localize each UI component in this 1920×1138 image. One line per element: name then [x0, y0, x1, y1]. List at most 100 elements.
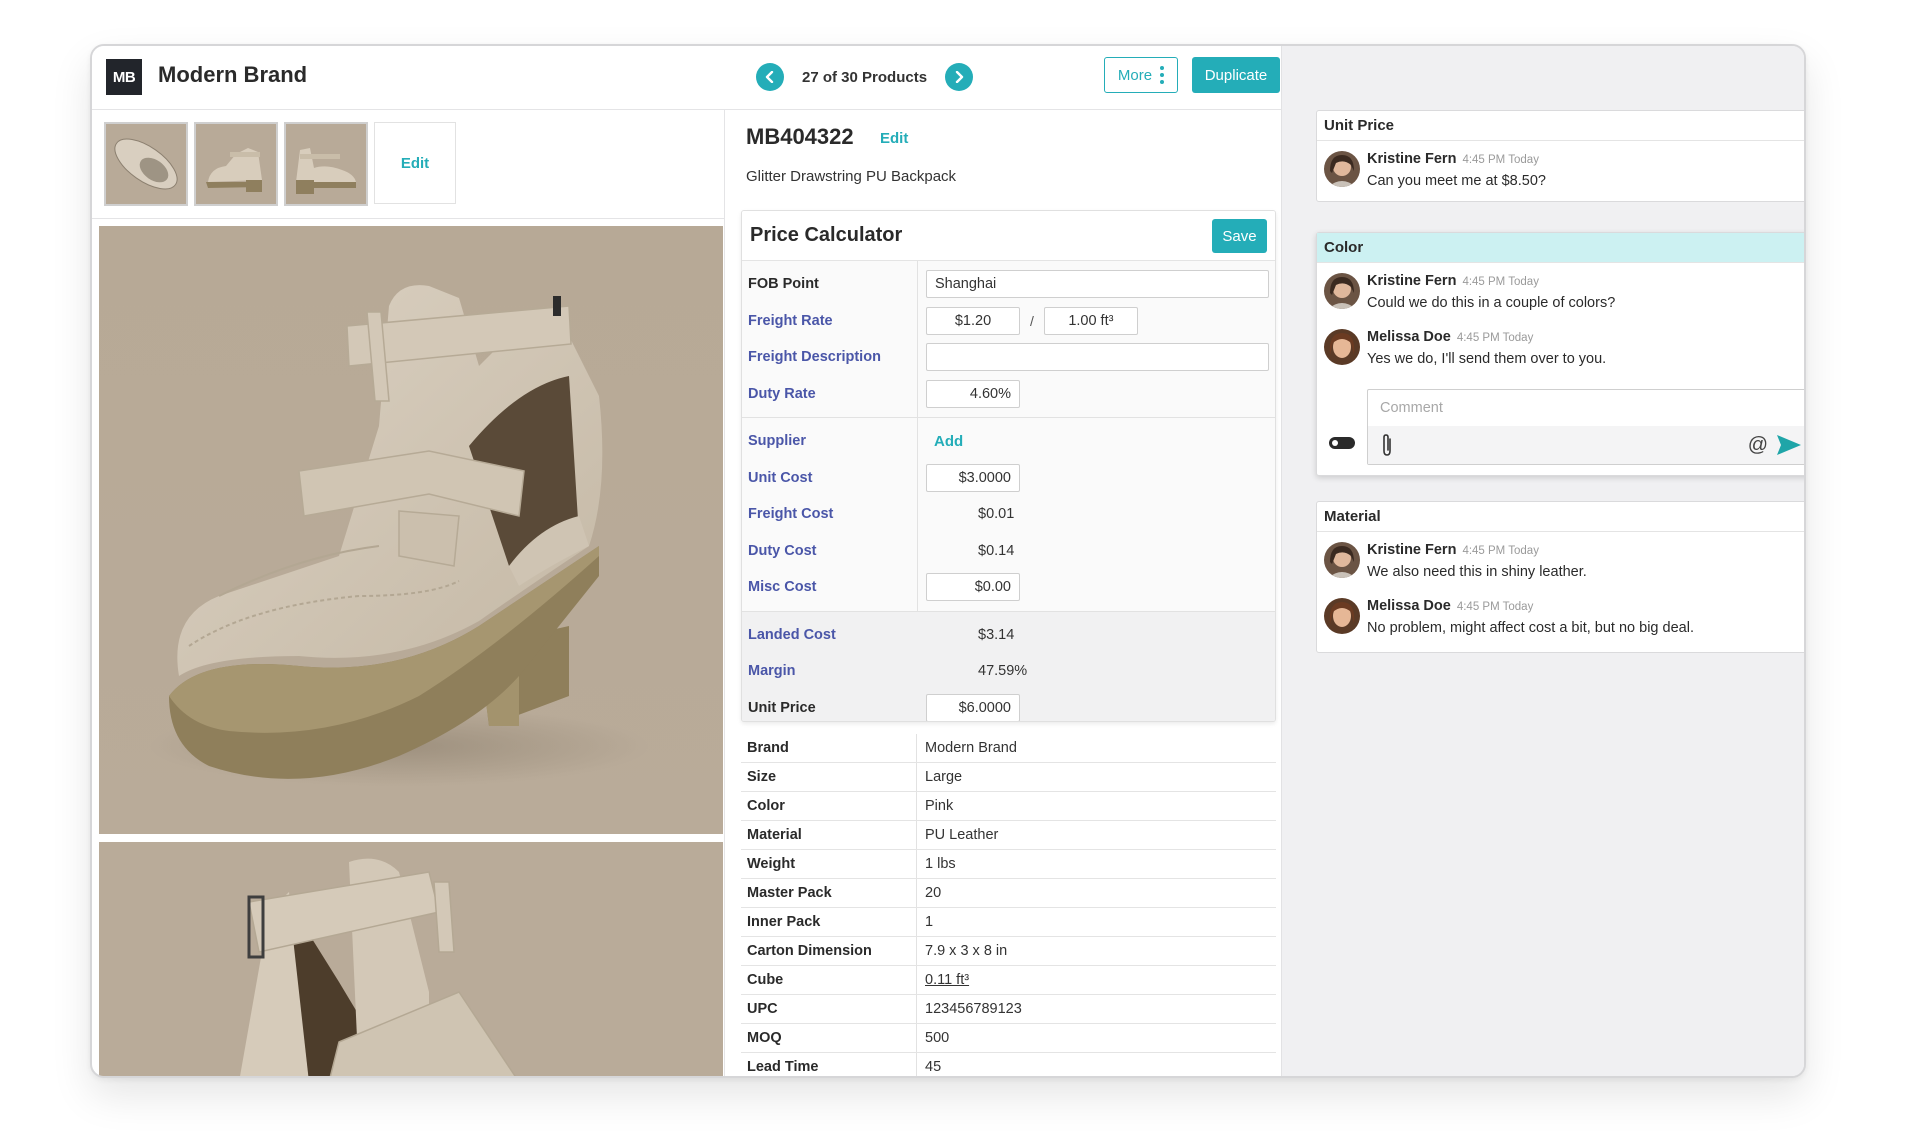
main-product-image[interactable]	[99, 226, 723, 834]
save-button[interactable]: Save	[1212, 219, 1267, 253]
comment-time: 4:45 PM Today	[1457, 332, 1534, 344]
detail-value: 1	[925, 914, 933, 930]
comment-item: Melissa Doe4:45 PM Today Yes we do, I'll…	[1317, 319, 1806, 375]
fob-point-label: FOB Point	[748, 276, 819, 292]
detail-key: Brand	[747, 740, 789, 756]
detail-value: 1 lbs	[925, 856, 956, 872]
detail-value: Modern Brand	[925, 740, 1017, 756]
unit-cost-label: Unit Cost	[748, 470, 812, 486]
comment-thread-material: Material Kristine Fern 4:45 PM Today We a…	[1316, 501, 1806, 653]
comment-input[interactable]: Comment	[1368, 390, 1806, 426]
landed-cost-label: Landed Cost	[748, 627, 836, 643]
thumbnail-3[interactable]	[284, 122, 368, 206]
margin-value: 47.59%	[926, 663, 1027, 679]
margin-row: Margin 47.59%	[742, 653, 1275, 690]
comment-item: Melissa Doe4:45 PM Today No problem, mig…	[1317, 588, 1806, 652]
detail-value: 123456789123	[925, 1001, 1022, 1017]
unit-cost-input[interactable]: $3.0000	[926, 464, 1020, 492]
comment-author: Melissa Doe	[1367, 329, 1451, 345]
detail-row: ColorPink	[741, 792, 1276, 821]
detail-key: Master Pack	[747, 885, 832, 901]
detail-row: Cube0.11 ft³	[741, 966, 1276, 995]
unit-price-row: Unit Price $6.0000	[742, 690, 1275, 723]
detail-row: Inner Pack 1	[741, 908, 1276, 937]
thread-title: Color	[1317, 233, 1806, 263]
misc-cost-label: Misc Cost	[748, 579, 817, 595]
secondary-product-image[interactable]	[99, 842, 723, 1078]
edit-sku-link[interactable]: Edit	[880, 130, 908, 147]
freight-description-row: Freight Description	[742, 339, 1275, 376]
comment-time: 4:45 PM Today	[1462, 154, 1539, 166]
detail-value: 7.9 x 3 x 8 in	[925, 943, 1007, 959]
thumbnail-strip: Edit	[104, 122, 456, 206]
add-supplier-link[interactable]: Add	[926, 433, 963, 450]
avatar-melissa-doe	[1324, 329, 1360, 365]
detail-key: Inner Pack	[747, 914, 820, 930]
more-button[interactable]: More	[1104, 57, 1178, 93]
next-product-button[interactable]	[945, 63, 973, 91]
supplier-row: Supplier Add	[742, 423, 1275, 460]
detail-key: Size	[747, 769, 776, 785]
comment-author: Kristine Fern	[1367, 151, 1456, 167]
unit-price-input[interactable]: $6.0000	[926, 694, 1020, 722]
landed-cost-value: $3.14	[926, 627, 1014, 643]
thumbnail-1[interactable]	[104, 122, 188, 206]
kebab-menu-icon	[1160, 66, 1164, 84]
thread-title: Unit Price	[1317, 111, 1806, 141]
detail-value: 500	[925, 1030, 949, 1046]
mention-icon[interactable]: @	[1748, 434, 1768, 457]
product-detail-window: MB Modern Brand 27 of 30 Products More D…	[90, 44, 1806, 1078]
previous-product-button[interactable]	[756, 63, 784, 91]
more-label: More	[1118, 67, 1152, 84]
shoe-top-view-image	[106, 124, 186, 204]
landed-cost-row: Landed Cost $3.14	[742, 617, 1275, 654]
avatar-kristine-fern	[1324, 151, 1360, 187]
comment-time: 4:45 PM Today	[1457, 601, 1534, 613]
image-gallery: Edit	[92, 110, 725, 1078]
freight-rate-volume-input[interactable]: 1.00 ft³	[1044, 307, 1138, 335]
price-calculator-header: Price Calculator Save	[742, 211, 1275, 261]
shoe-image	[99, 226, 723, 834]
detail-row: Master Pack20	[741, 879, 1276, 908]
detail-key: Weight	[747, 856, 795, 872]
shoe-back-view-image	[286, 124, 366, 204]
detail-value[interactable]: 0.11 ft³	[925, 972, 969, 988]
comment-time: 4:45 PM Today	[1462, 276, 1539, 288]
misc-cost-input[interactable]: $0.00	[926, 573, 1020, 601]
avatar-kristine-fern	[1324, 542, 1360, 578]
fob-point-row: FOB Point Shanghai	[742, 266, 1275, 303]
comment-author: Melissa Doe	[1367, 598, 1451, 614]
thread-title: Material	[1317, 502, 1806, 532]
duplicate-button[interactable]: Duplicate	[1192, 57, 1280, 93]
duty-rate-input[interactable]: 4.60%	[926, 380, 1020, 408]
freight-description-label: Freight Description	[748, 349, 881, 365]
freight-section: FOB Point Shanghai Freight Rate $1.20 / …	[742, 261, 1275, 418]
send-icon[interactable]	[1776, 434, 1802, 456]
product-details-table: Brand Modern Brand Size Large ColorPink Mater…	[741, 734, 1276, 1078]
duty-cost-label: Duty Cost	[748, 543, 816, 559]
duty-cost-value: $0.14	[926, 543, 1014, 559]
shoe-detail-image	[99, 842, 723, 1078]
detail-row: Carton Dimension7.9 x 3 x 8 in	[741, 937, 1276, 966]
comment-author: Kristine Fern	[1367, 542, 1456, 558]
comment-text: We also need this in shiny leather.	[1367, 564, 1587, 580]
detail-row: Size Large	[741, 763, 1276, 792]
header: MB Modern Brand 27 of 30 Products More D…	[92, 46, 1281, 110]
freight-cost-label: Freight Cost	[748, 506, 833, 522]
detail-row: Brand Modern Brand	[741, 734, 1276, 763]
comment-thread-unit-price: Unit Price Kristine Fern4:45 PM Today Ca…	[1316, 110, 1806, 202]
detail-key: Material	[747, 827, 802, 843]
edit-images-button[interactable]: Edit	[374, 122, 456, 204]
thumbnail-2[interactable]	[194, 122, 278, 206]
freight-description-input[interactable]	[926, 343, 1269, 371]
fob-point-input[interactable]: Shanghai	[926, 270, 1269, 298]
detail-key: UPC	[747, 1001, 778, 1017]
shoe-side-view-image	[196, 124, 276, 204]
divider	[92, 218, 725, 219]
paperclip-icon[interactable]	[1380, 433, 1394, 457]
visibility-toggle[interactable]	[1329, 437, 1355, 449]
freight-rate-amount-input[interactable]: $1.20	[926, 307, 1020, 335]
detail-value: Large	[925, 769, 962, 785]
detail-row: MOQ500	[741, 1024, 1276, 1053]
duty-cost-row: Duty Cost $0.14	[742, 533, 1275, 570]
